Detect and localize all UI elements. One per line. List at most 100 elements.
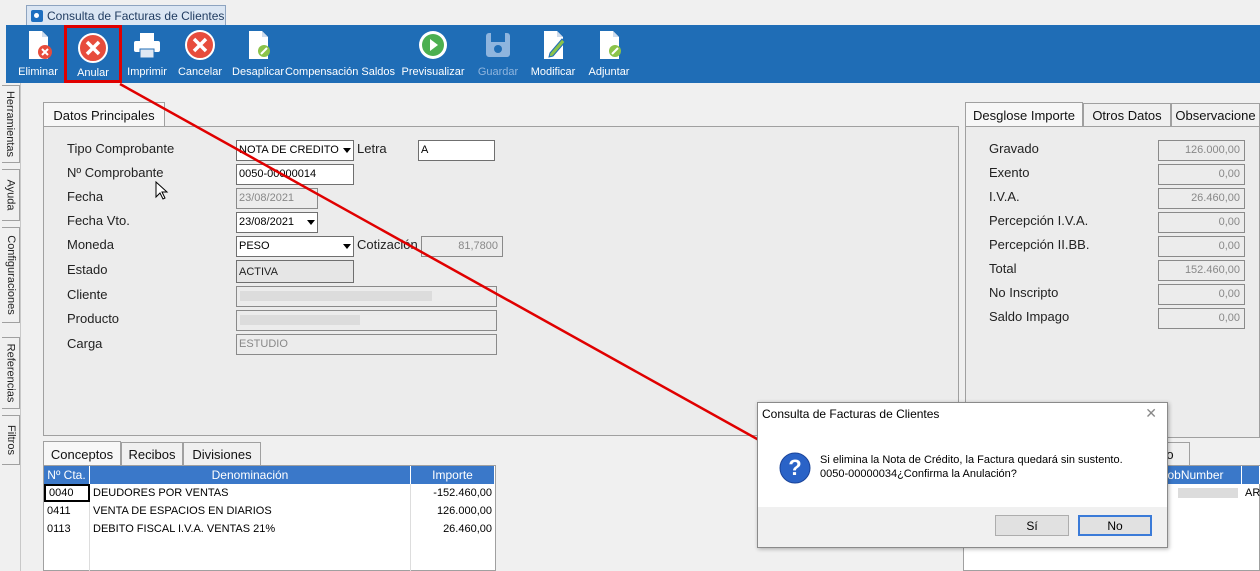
compensacion-saldos-button[interactable]: Compensación Saldos (285, 25, 395, 83)
percepcion-iva-field: 0,00 (1158, 212, 1245, 233)
confirm-dialog: Consulta de Facturas de Clientes ✕ ? Si … (757, 402, 1168, 548)
numero-comprobante-label: Nº Comprobante (67, 165, 164, 180)
tab-conceptos[interactable]: Conceptos (43, 441, 121, 466)
modificar-button[interactable]: Modificar (526, 25, 580, 83)
dialog-message-line1: Si elimina la Nota de Crédito, la Factur… (820, 454, 1123, 466)
yes-button[interactable]: Sí (995, 515, 1069, 536)
toolbar: Eliminar Anular Imprimir Cancelar Desapl… (6, 25, 1260, 83)
document-tab[interactable]: Consulta de Facturas de Clientes (26, 5, 226, 25)
table-cell[interactable]: VENTA DE ESPACIOS EN DIARIOS (90, 502, 410, 520)
app-icon (31, 9, 43, 22)
redacted-cliente (240, 291, 432, 301)
side-tab-filtros[interactable]: Filtros (2, 415, 20, 465)
imprimir-button[interactable]: Imprimir (124, 25, 170, 83)
no-inscripto-field: 0,00 (1158, 284, 1245, 305)
cancel-x-icon (77, 32, 109, 64)
tab-desglose-importe[interactable]: Desglose Importe (965, 102, 1083, 127)
moneda-label: Moneda (67, 237, 114, 252)
table-cell[interactable]: 0040 (44, 484, 90, 502)
cancelar-button[interactable]: Cancelar (176, 25, 224, 83)
estado-field: ACTIVA (236, 260, 354, 283)
chevron-down-icon (343, 244, 351, 249)
total-label: Total (989, 261, 1017, 276)
close-icon[interactable]: ✕ (1145, 405, 1157, 422)
estado-label: Estado (67, 262, 108, 277)
chevron-down-icon (307, 220, 315, 225)
document-pencil-icon (537, 29, 569, 61)
fecha-vto-label: Fecha Vto. (67, 213, 130, 228)
saldo-impago-label: Saldo Impago (989, 309, 1070, 324)
table-cell[interactable]: 0411 (44, 502, 90, 520)
carga-label: Carga (67, 336, 103, 351)
numero-comprobante-field[interactable]: 0050-00000014 (236, 164, 354, 185)
fecha-field: 23/08/2021 (236, 188, 318, 209)
redacted-producto (240, 315, 360, 325)
dialog-title: Consulta de Facturas de Clientes (762, 407, 940, 421)
iva-field: 26.460,00 (1158, 188, 1245, 209)
saldo-impago-field: 0,00 (1158, 308, 1245, 329)
desaplicar-button[interactable]: Desaplicar (230, 25, 286, 83)
cotizacion-label: Cotización (357, 237, 418, 252)
guardar-button[interactable]: Guardar (472, 25, 524, 83)
cliente-label: Cliente (67, 287, 108, 302)
printer-icon (131, 29, 163, 61)
side-panel: Herramientas Ayuda Configuraciones Refer… (0, 83, 21, 571)
side-tab-herramientas[interactable]: Herramientas (2, 85, 20, 163)
tab-otros-datos[interactable]: Otros Datos (1083, 103, 1171, 127)
anular-button[interactable]: Anular (64, 25, 122, 83)
previsualizar-button[interactable]: Previsualizar (398, 25, 468, 83)
table-cell[interactable]: DEBITO FISCAL I.V.A. VENTAS 21% (90, 520, 410, 538)
datos-principales-panel (43, 126, 959, 436)
tab-recibos[interactable]: Recibos (121, 442, 183, 466)
tab-observaciones[interactable]: Observacione (1171, 103, 1260, 127)
table-cell[interactable]: -152.460,00 (411, 484, 495, 502)
percepcion-iva-label: Percepción I.V.A. (989, 213, 1089, 228)
document-tab-title: Consulta de Facturas de Clientes (47, 8, 225, 23)
percepcion-iibb-label: Percepción II.BB. (989, 237, 1090, 252)
fecha-label: Fecha (67, 189, 104, 204)
table-cell[interactable]: 26.460,00 (411, 520, 495, 538)
tipo-comprobante-select[interactable]: NOTA DE CREDITO (236, 140, 354, 161)
no-button[interactable]: No (1078, 515, 1152, 536)
carga-field: ESTUDIO (236, 334, 497, 355)
cotizacion-field: 81,7800 (421, 236, 503, 257)
exento-field: 0,00 (1158, 164, 1245, 185)
table-cell[interactable]: DEUDORES POR VENTAS (90, 484, 410, 502)
gravado-field: 126.000,00 (1158, 140, 1245, 161)
col-next[interactable] (1242, 466, 1260, 484)
cancel-x-icon (184, 29, 216, 61)
tab-divisiones[interactable]: Divisiones (183, 442, 261, 466)
dialog-message-line2: 0050-00000034¿Confirma la Anulación? (820, 468, 1017, 480)
table-cell[interactable]: 126.000,00 (411, 502, 495, 520)
col-nro-cta[interactable]: Nº Cta. (44, 466, 90, 484)
fecha-vto-picker[interactable]: 23/08/2021 (236, 212, 318, 233)
iva-label: I.V.A. (989, 189, 1020, 204)
letra-field[interactable]: A (418, 140, 495, 161)
side-tab-configuraciones[interactable]: Configuraciones (2, 227, 20, 323)
tab-datos-principales[interactable]: Datos Principales (43, 102, 165, 127)
producto-label: Producto (67, 311, 120, 326)
exento-label: Exento (989, 165, 1030, 180)
total-field: 152.460,00 (1158, 260, 1245, 281)
table-cell[interactable]: 0113 (44, 520, 90, 538)
save-icon (482, 29, 514, 61)
col-importe[interactable]: Importe (411, 466, 495, 484)
moneda-select[interactable]: PESO (236, 236, 354, 257)
adjuntar-button[interactable]: Adjuntar (584, 25, 634, 83)
side-tab-referencias[interactable]: Referencias (2, 337, 20, 409)
percepcion-iibb-field: 0,00 (1158, 236, 1245, 257)
gravado-label: Gravado (989, 141, 1039, 156)
eliminar-button[interactable]: Eliminar (14, 25, 62, 83)
chevron-down-icon (343, 148, 351, 153)
question-icon: ? (779, 452, 811, 484)
col-denominacion[interactable]: Denominación (90, 466, 411, 484)
delete-document-icon (22, 29, 54, 61)
document-edit-icon (242, 29, 274, 61)
table-cell[interactable]: ART (1242, 484, 1260, 502)
side-tab-ayuda[interactable]: Ayuda (2, 169, 20, 221)
tipo-comprobante-label: Tipo Comprobante (67, 141, 175, 156)
mouse-cursor-icon (155, 181, 169, 200)
letra-label: Letra (357, 141, 387, 156)
redacted-jobnumber (1178, 488, 1238, 498)
no-inscripto-label: No Inscripto (989, 285, 1059, 300)
